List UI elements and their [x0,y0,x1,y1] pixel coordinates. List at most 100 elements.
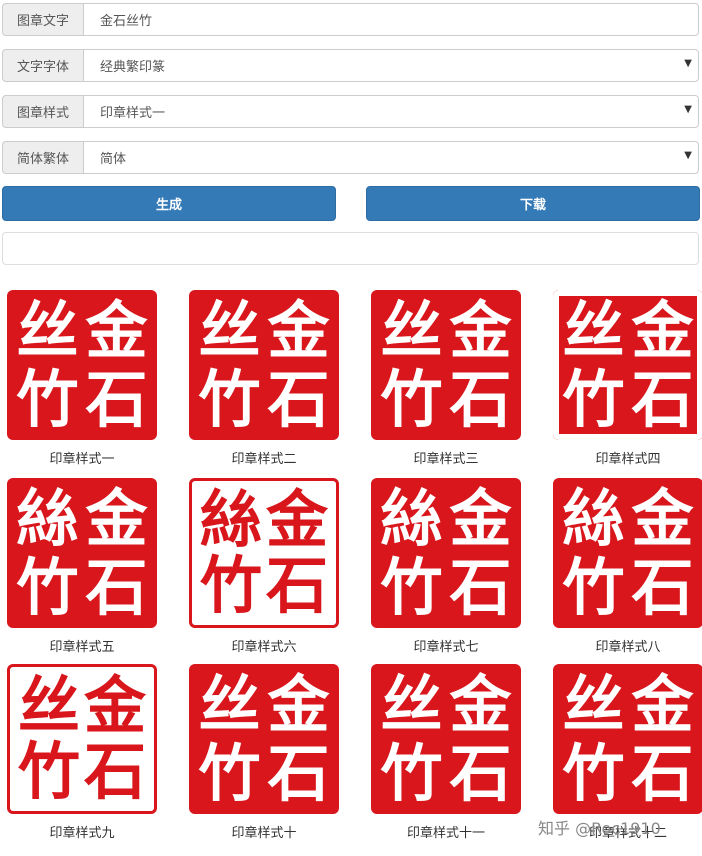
seal-item[interactable]: 丝金竹石印章样式二 [184,290,344,467]
seal-character: 石 [631,362,694,436]
seal-character: 竹 [562,362,625,436]
style-label: 图章样式 [2,95,83,128]
seal-character: 石 [449,550,512,624]
seal-character: 金 [85,293,148,367]
seal-character: 竹 [16,362,79,436]
script-select[interactable]: 简体 ▼ [83,141,699,174]
seal-character: 絲 [199,483,262,556]
seal-character: 竹 [562,736,625,810]
script-label: 简体繁体 [2,141,83,174]
seal-character: 石 [449,736,512,810]
seal-item[interactable]: 絲金竹石印章样式八 [548,478,702,655]
seal-character: 石 [631,550,694,624]
seal-character: 竹 [17,735,80,808]
seal-caption: 印章样式四 [595,452,661,467]
seal-item[interactable]: 丝金竹石印章样式十一 [366,664,526,841]
seal-image: 絲金竹石 [553,478,702,628]
seal-image: 絲金竹石 [371,478,521,628]
chevron-down-icon: ▼ [684,104,692,115]
watermark: 知乎 @Roc1910 [538,819,661,838]
seal-item[interactable]: 丝金竹石印章样式九 [2,664,162,841]
seal-character: 竹 [380,362,443,436]
seal-caption: 印章样式九 [49,826,115,841]
seal-item[interactable]: 丝金竹石印章样式一 [2,290,162,467]
seal-character: 金 [267,293,330,367]
seal-character: 金 [631,293,694,367]
seal-character: 竹 [562,550,625,624]
style-row: 图章样式 印章样式一 ▼ [2,95,699,128]
seal-character: 竹 [16,550,79,624]
seal-image: 丝金竹石 [553,664,702,814]
seal-character: 石 [449,362,512,436]
seal-image: 丝金竹石 [7,290,157,440]
seal-character: 石 [83,735,146,808]
script-select-value: 简体 [100,152,127,167]
seal-character: 竹 [380,550,443,624]
seal-character: 絲 [562,481,625,555]
seal-character: 金 [449,481,512,555]
seal-caption: 印章样式七 [413,640,479,655]
seal-character: 丝 [198,293,261,367]
seal-item[interactable]: 丝金竹石印章样式十 [184,664,344,841]
seal-character: 竹 [199,549,262,622]
seal-character: 金 [631,667,694,741]
seal-item[interactable]: 丝金竹石印章样式四 [548,290,702,467]
seal-character: 金 [267,667,330,741]
seal-character: 金 [83,669,146,742]
seal-text-input[interactable]: 金石丝竹 [83,3,699,36]
seal-character: 石 [85,550,148,624]
seal-text-row: 图章文字 金石丝竹 [2,3,699,36]
seal-item[interactable]: 丝金竹石印章样式三 [366,290,526,467]
seal-image: 丝金竹石 [189,664,339,814]
chevron-down-icon: ▼ [684,150,692,161]
seal-caption: 印章样式一 [49,452,115,467]
seal-character: 丝 [562,667,625,741]
chevron-down-icon: ▼ [684,58,692,69]
seal-item[interactable]: 絲金竹石印章样式七 [366,478,526,655]
script-row: 简体繁体 简体 ▼ [2,141,699,174]
seal-character: 丝 [380,667,443,741]
style-select[interactable]: 印章样式一 ▼ [83,95,699,128]
seal-caption: 印章样式三 [413,452,479,467]
seal-caption: 印章样式八 [595,640,661,655]
style-select-value: 印章样式一 [100,106,166,121]
seal-character: 金 [449,667,512,741]
download-button[interactable]: 下载 [366,186,700,221]
font-select-value: 经典繁印篆 [100,60,166,75]
font-row: 文字字体 经典繁印篆 ▼ [2,49,699,82]
seal-character: 丝 [16,293,79,367]
seal-text-label: 图章文字 [2,3,83,36]
seal-character: 丝 [17,669,80,742]
seal-item[interactable]: 絲金竹石印章样式六 [184,478,344,655]
seal-character: 金 [449,293,512,367]
seal-character: 絲 [16,481,79,555]
seal-caption: 印章样式六 [231,640,297,655]
seal-character: 石 [265,549,328,622]
seal-character: 竹 [380,736,443,810]
seal-caption: 印章样式十一 [406,826,485,841]
seal-image: 丝金竹石 [371,664,521,814]
seal-character: 金 [85,481,148,555]
seal-caption: 印章样式五 [49,640,115,655]
seal-image: 丝金竹石 [189,290,339,440]
seal-character: 竹 [198,736,261,810]
seal-caption: 印章样式十 [231,826,297,841]
seal-caption: 印章样式二 [231,452,297,467]
message-box [2,232,699,265]
seal-character: 金 [265,483,328,556]
seal-character: 石 [631,736,694,810]
font-label: 文字字体 [2,49,83,82]
font-select[interactable]: 经典繁印篆 ▼ [83,49,699,82]
seal-character: 丝 [380,293,443,367]
seal-character: 丝 [562,293,625,367]
seal-image: 絲金竹石 [189,478,339,628]
seal-character: 竹 [198,362,261,436]
seal-item[interactable]: 絲金竹石印章样式五 [2,478,162,655]
seal-image: 丝金竹石 [371,290,521,440]
seal-image: 丝金竹石 [7,664,157,814]
seal-character: 絲 [380,481,443,555]
seal-character: 石 [267,362,330,436]
generate-button[interactable]: 生成 [2,186,336,221]
seal-character: 石 [85,362,148,436]
seal-character: 石 [267,736,330,810]
